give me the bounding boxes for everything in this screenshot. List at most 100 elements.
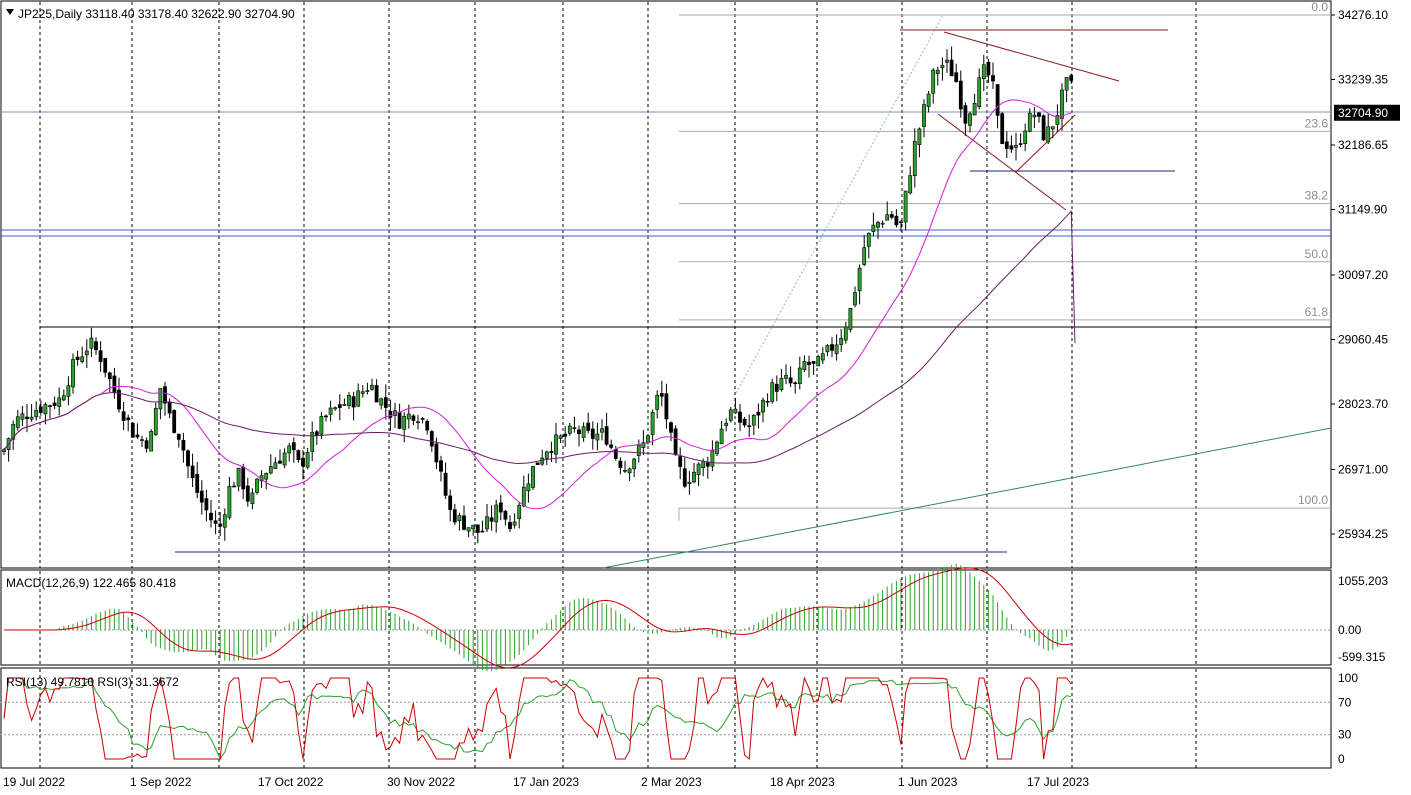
- candle-body: [328, 407, 333, 415]
- candle-body: [494, 504, 499, 523]
- candle-body: [43, 404, 48, 415]
- candle-body: [103, 358, 108, 373]
- price-tick-label: 31149.90: [1338, 203, 1387, 217]
- candle-body: [1060, 89, 1064, 119]
- candle-body: [945, 59, 949, 63]
- current-price-label: 32704.90: [1338, 106, 1388, 120]
- candle-body: [613, 449, 618, 459]
- candle-body: [1032, 114, 1037, 118]
- time-axis-label: 19 Jul 2022: [3, 775, 65, 789]
- candle-body: [443, 472, 448, 496]
- candle-body: [1023, 130, 1028, 144]
- candle-body: [650, 411, 655, 435]
- candle-body: [1041, 115, 1046, 141]
- candle-body: [692, 471, 696, 483]
- price-drawings[interactable]: [0, 29, 1332, 569]
- candle-body: [871, 224, 876, 232]
- candle-body: [1027, 112, 1032, 132]
- candle-body: [310, 432, 315, 452]
- candle-body: [503, 510, 508, 520]
- candle-body: [512, 521, 517, 526]
- candle-body: [485, 516, 489, 530]
- candle-body: [797, 367, 802, 385]
- candle-body: [517, 504, 522, 519]
- rsi-tick-label: 100: [1338, 671, 1358, 685]
- candle-body: [172, 410, 177, 433]
- candle-body: [1037, 112, 1041, 117]
- candle-body: [834, 344, 839, 355]
- candle-body: [342, 404, 347, 406]
- candle-body: [241, 466, 246, 490]
- candle-body: [535, 462, 540, 465]
- candle-body: [213, 520, 218, 524]
- candle-body: [420, 418, 425, 420]
- candle-body: [282, 452, 287, 466]
- candle-body: [397, 411, 402, 429]
- candle-body: [1046, 126, 1051, 143]
- candle-body: [71, 359, 75, 388]
- candle-body: [452, 509, 457, 523]
- candle-body: [889, 214, 894, 218]
- candle-body: [876, 221, 880, 228]
- fibonacci-retracement[interactable]: 0.0 23.6 38.2 50.0 61.8 100.0: [678, 0, 1331, 521]
- candle-body: [1018, 143, 1023, 145]
- rsi-indicator: [0, 676, 1331, 761]
- candle-body: [1050, 126, 1055, 130]
- candle-body: [986, 61, 991, 76]
- candle-body: [701, 460, 706, 469]
- candle-body: [218, 523, 223, 527]
- candle-body: [1009, 145, 1014, 150]
- candle-body: [793, 382, 798, 385]
- candle-body: [972, 102, 977, 116]
- fib-level-label: 50.0: [1305, 247, 1329, 261]
- candle-body: [627, 468, 632, 474]
- candle-body: [862, 247, 867, 265]
- candle-body: [416, 421, 420, 424]
- rsi-tick-label: 70: [1338, 695, 1352, 709]
- candle-body: [1069, 75, 1074, 81]
- candle-body: [324, 415, 328, 418]
- candle-body: [149, 431, 154, 452]
- candle-body: [940, 64, 945, 69]
- candle-body: [715, 441, 719, 454]
- price-panel[interactable]: [0, 0, 1332, 569]
- candle-body: [673, 428, 678, 456]
- candle-body: [922, 104, 926, 127]
- macd-tick-label: 0.00: [1338, 623, 1362, 637]
- candle-body: [595, 433, 600, 441]
- candle-body: [586, 422, 591, 431]
- candle-body: [567, 425, 572, 434]
- macd-label: MACD(12,26,9) 122.465 80.418: [6, 576, 176, 590]
- candle-body: [370, 385, 374, 390]
- candle-body: [664, 393, 669, 420]
- candle-body: [807, 361, 811, 365]
- candle-body: [489, 517, 494, 522]
- candle-body: [360, 391, 365, 394]
- candle-body: [61, 395, 66, 401]
- candle-body: [903, 190, 908, 223]
- trading-chart[interactable]: 0.0 23.6 38.2 50.0 61.8 100.0 34276.10 33239.3…: [0, 0, 1411, 795]
- candle-body: [678, 456, 683, 467]
- price-tick-label: 25934.25: [1338, 527, 1388, 541]
- candle-body: [540, 457, 545, 465]
- macd-tick-label: -599.315: [1338, 650, 1386, 664]
- candle-body: [563, 433, 568, 437]
- candle-body: [471, 524, 476, 530]
- candle-body: [402, 416, 407, 430]
- moving-average-fast: [3, 99, 1072, 510]
- candle-body: [466, 527, 471, 532]
- candle-body: [830, 344, 834, 351]
- collapse-triangle-icon[interactable]: [6, 9, 14, 15]
- candle-body: [425, 420, 430, 431]
- candle-body: [682, 468, 687, 487]
- candle-body: [724, 422, 729, 427]
- fib-level-label: 100.0: [1298, 493, 1328, 507]
- time-axis-label: 1 Sep 2022: [130, 775, 192, 789]
- candle-body: [130, 423, 135, 438]
- candle-body: [98, 350, 103, 363]
- candle-body: [25, 416, 29, 420]
- macd-tick-label: 1055.203: [1338, 574, 1388, 588]
- candle-body: [521, 486, 526, 507]
- fib-level-label: 0.0: [1311, 0, 1328, 14]
- candle-body: [604, 426, 609, 445]
